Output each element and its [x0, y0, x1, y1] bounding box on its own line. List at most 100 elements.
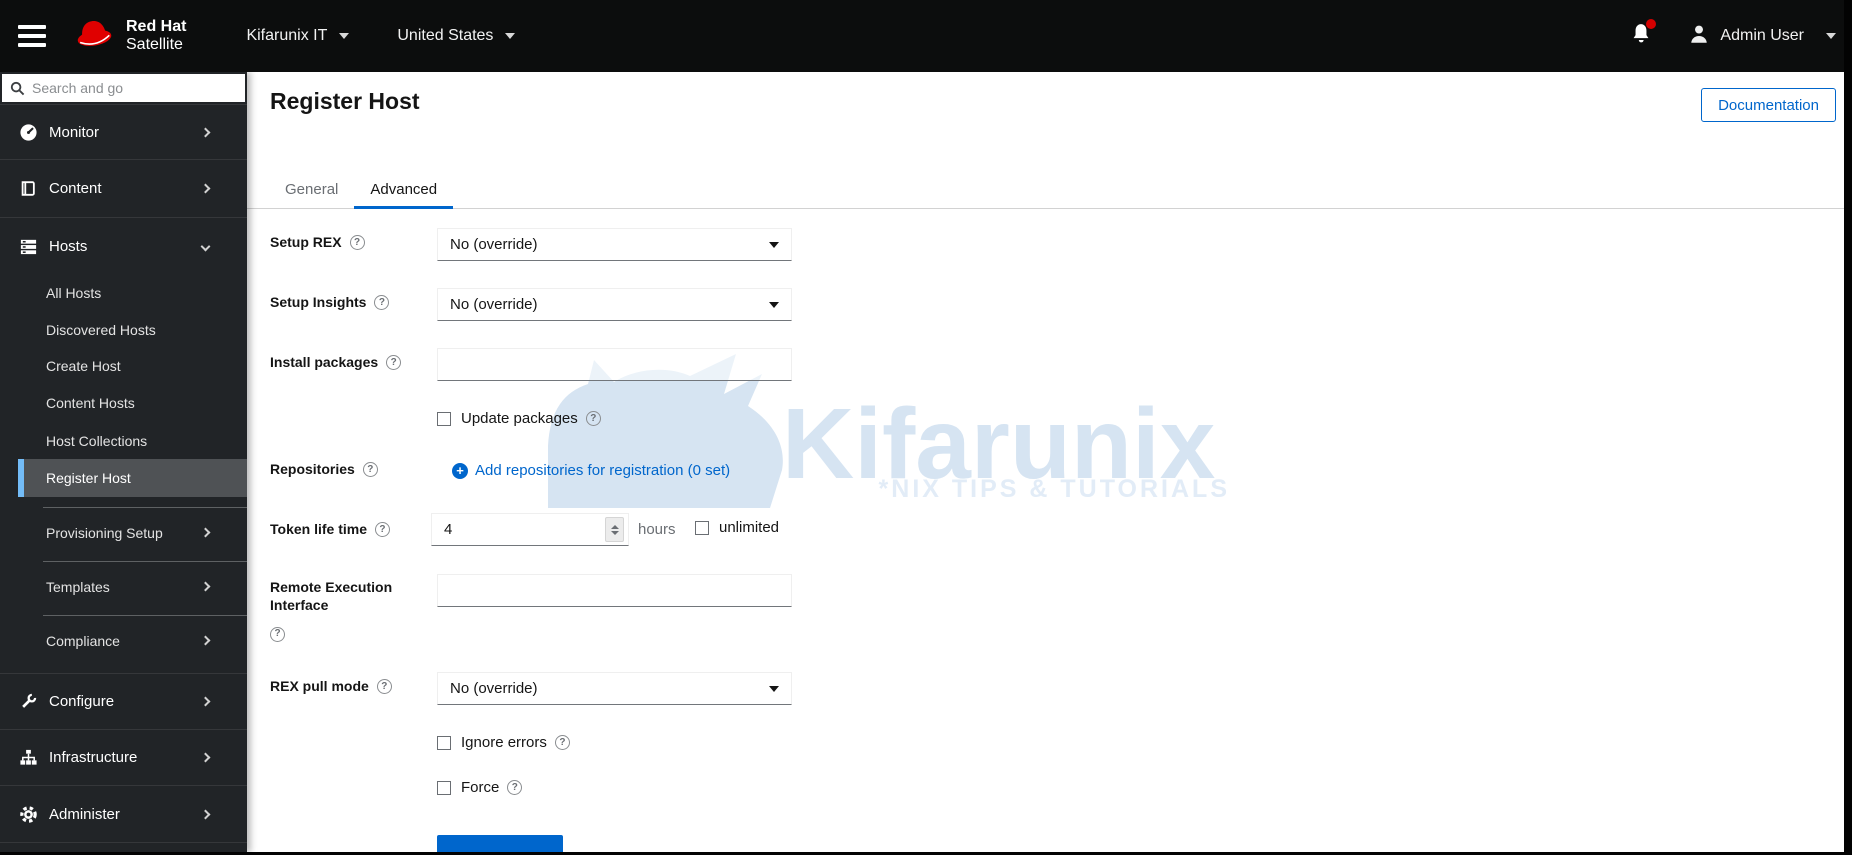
- number-spinner[interactable]: [605, 517, 624, 542]
- setup-insights-label: Setup Insights ?: [270, 294, 442, 310]
- chevron-down-icon: [769, 301, 779, 308]
- sidebar-item-compliance[interactable]: Compliance: [0, 622, 247, 659]
- nav-divider: [43, 561, 247, 562]
- chevron-down-icon: [1826, 33, 1836, 39]
- vertical-nav: Monitor Content: [0, 72, 247, 852]
- setup-rex-label: Setup REX ?: [270, 234, 442, 250]
- chevron-right-icon: [200, 635, 211, 646]
- brand-line1: Red Hat: [126, 17, 187, 35]
- help-icon[interactable]: ?: [507, 780, 523, 795]
- sidebar-item-infrastructure[interactable]: Infrastructure: [0, 729, 247, 785]
- help-icon[interactable]: ?: [376, 678, 392, 694]
- sidebar-item-all-hosts[interactable]: All Hosts: [0, 274, 247, 311]
- ignore-errors-checkbox[interactable]: [437, 735, 451, 750]
- location-selector[interactable]: United States: [397, 27, 516, 45]
- update-packages-checkbox-row: Update packages ?: [437, 410, 601, 427]
- chevron-down-icon: [200, 241, 211, 251]
- masthead: Red Hat Satellite Kifarunix IT United St…: [0, 0, 1852, 72]
- sidebar-item-create-host[interactable]: Create Host: [0, 348, 247, 384]
- sidebar-item-discovered-hosts[interactable]: Discovered Hosts: [0, 311, 247, 348]
- help-icon[interactable]: ?: [585, 411, 601, 426]
- organization-selector[interactable]: Kifarunix IT: [246, 27, 350, 45]
- bell-icon: [1630, 23, 1652, 50]
- sidebar-item-provisioning-setup[interactable]: Provisioning Setup: [0, 514, 247, 551]
- sidebar-item-monitor[interactable]: Monitor: [0, 104, 247, 159]
- user-avatar-icon: [1688, 23, 1720, 50]
- search-input[interactable]: [2, 74, 245, 102]
- spinner-up-icon: [610, 524, 619, 529]
- force-checkbox[interactable]: [437, 780, 451, 795]
- help-icon[interactable]: ?: [362, 461, 378, 477]
- token-life-time-input[interactable]: [431, 513, 629, 546]
- generate-command-button[interactable]: [437, 835, 563, 852]
- chevron-right-icon: [200, 183, 211, 194]
- page-title: Register Host: [270, 88, 420, 114]
- sidebar-item-register-host[interactable]: Register Host: [18, 459, 247, 497]
- search-box: [0, 72, 247, 104]
- rex-pull-mode-select[interactable]: No (override): [437, 672, 792, 705]
- spinner-down-icon: [610, 530, 619, 535]
- sidebar-item-hosts[interactable]: Hosts: [0, 217, 247, 274]
- ignore-errors-label: Ignore errors: [461, 734, 547, 751]
- update-packages-checkbox[interactable]: [437, 411, 451, 426]
- redhat-satellite-logo[interactable]: Red Hat Satellite: [72, 17, 186, 56]
- gauge-icon: [18, 123, 38, 142]
- nav-divider: [0, 842, 247, 843]
- force-label: Force: [461, 779, 500, 796]
- force-checkbox-row: Force ?: [437, 779, 523, 796]
- help-icon[interactable]: ?: [374, 294, 390, 310]
- help-icon[interactable]: ?: [270, 626, 285, 642]
- chevron-down-icon: [769, 685, 779, 692]
- setup-insights-select[interactable]: No (override): [437, 288, 792, 321]
- notification-badge: [1646, 18, 1657, 29]
- redhat-fedora-icon: [72, 17, 118, 56]
- sidebar-item-host-collections[interactable]: Host Collections: [0, 422, 247, 459]
- book-icon: [18, 179, 38, 198]
- chevron-down-icon: [769, 241, 779, 248]
- network-icon: [18, 748, 38, 767]
- sidebar-item-administer[interactable]: Administer: [0, 785, 247, 842]
- chevron-down-icon: [339, 33, 350, 39]
- plus-circle-icon: +: [452, 462, 468, 479]
- install-packages-label: Install packages ?: [270, 354, 442, 370]
- notifications-button[interactable]: [1630, 18, 1657, 51]
- chevron-right-icon: [200, 809, 211, 819]
- add-repositories-link[interactable]: + Add repositories for registration (0 s…: [452, 462, 730, 479]
- token-unit-label: hours: [638, 521, 676, 538]
- user-name: Admin User: [1720, 27, 1804, 44]
- remote-execution-interface-label: Remote Execution Interface ?: [270, 578, 442, 642]
- chevron-right-icon: [200, 127, 211, 137]
- repositories-label: Repositories ?: [270, 461, 442, 477]
- nav-divider: [43, 507, 247, 508]
- install-packages-input[interactable]: [437, 348, 792, 381]
- help-icon[interactable]: ?: [554, 735, 570, 750]
- tab-general[interactable]: General: [269, 178, 354, 208]
- app-window: Red Hat Satellite Kifarunix IT United St…: [0, 0, 1852, 855]
- help-icon[interactable]: ?: [386, 354, 402, 370]
- help-icon[interactable]: ?: [349, 234, 365, 250]
- user-menu[interactable]: Admin User: [1688, 23, 1836, 50]
- svg-text:Kifarunix: Kifarunix: [782, 388, 1215, 500]
- sidebar-item-content[interactable]: Content: [0, 159, 247, 217]
- help-icon[interactable]: ?: [374, 521, 390, 537]
- sidebar-item-templates[interactable]: Templates: [0, 568, 247, 605]
- brand-line2: Satellite: [126, 36, 183, 53]
- server-icon: [18, 237, 38, 256]
- documentation-button[interactable]: Documentation: [1701, 88, 1836, 122]
- sidebar-item-content-hosts[interactable]: Content Hosts: [0, 384, 247, 422]
- unlimited-checkbox-row: unlimited: [695, 519, 779, 536]
- chevron-right-icon: [200, 581, 211, 592]
- remote-execution-interface-input[interactable]: [437, 574, 792, 607]
- chevron-right-icon: [200, 527, 211, 538]
- nav-divider: [43, 615, 247, 616]
- gear-icon: [18, 805, 38, 824]
- tab-advanced[interactable]: Advanced: [354, 178, 453, 209]
- hamburger-menu-icon[interactable]: [18, 20, 46, 52]
- wrench-icon: [18, 692, 38, 711]
- chevron-down-icon: [505, 33, 516, 39]
- window-edge: [1844, 0, 1852, 855]
- sidebar-item-configure[interactable]: Configure: [0, 673, 247, 729]
- setup-rex-select[interactable]: No (override): [437, 228, 792, 261]
- update-packages-label: Update packages: [461, 410, 578, 427]
- unlimited-checkbox[interactable]: [695, 520, 709, 535]
